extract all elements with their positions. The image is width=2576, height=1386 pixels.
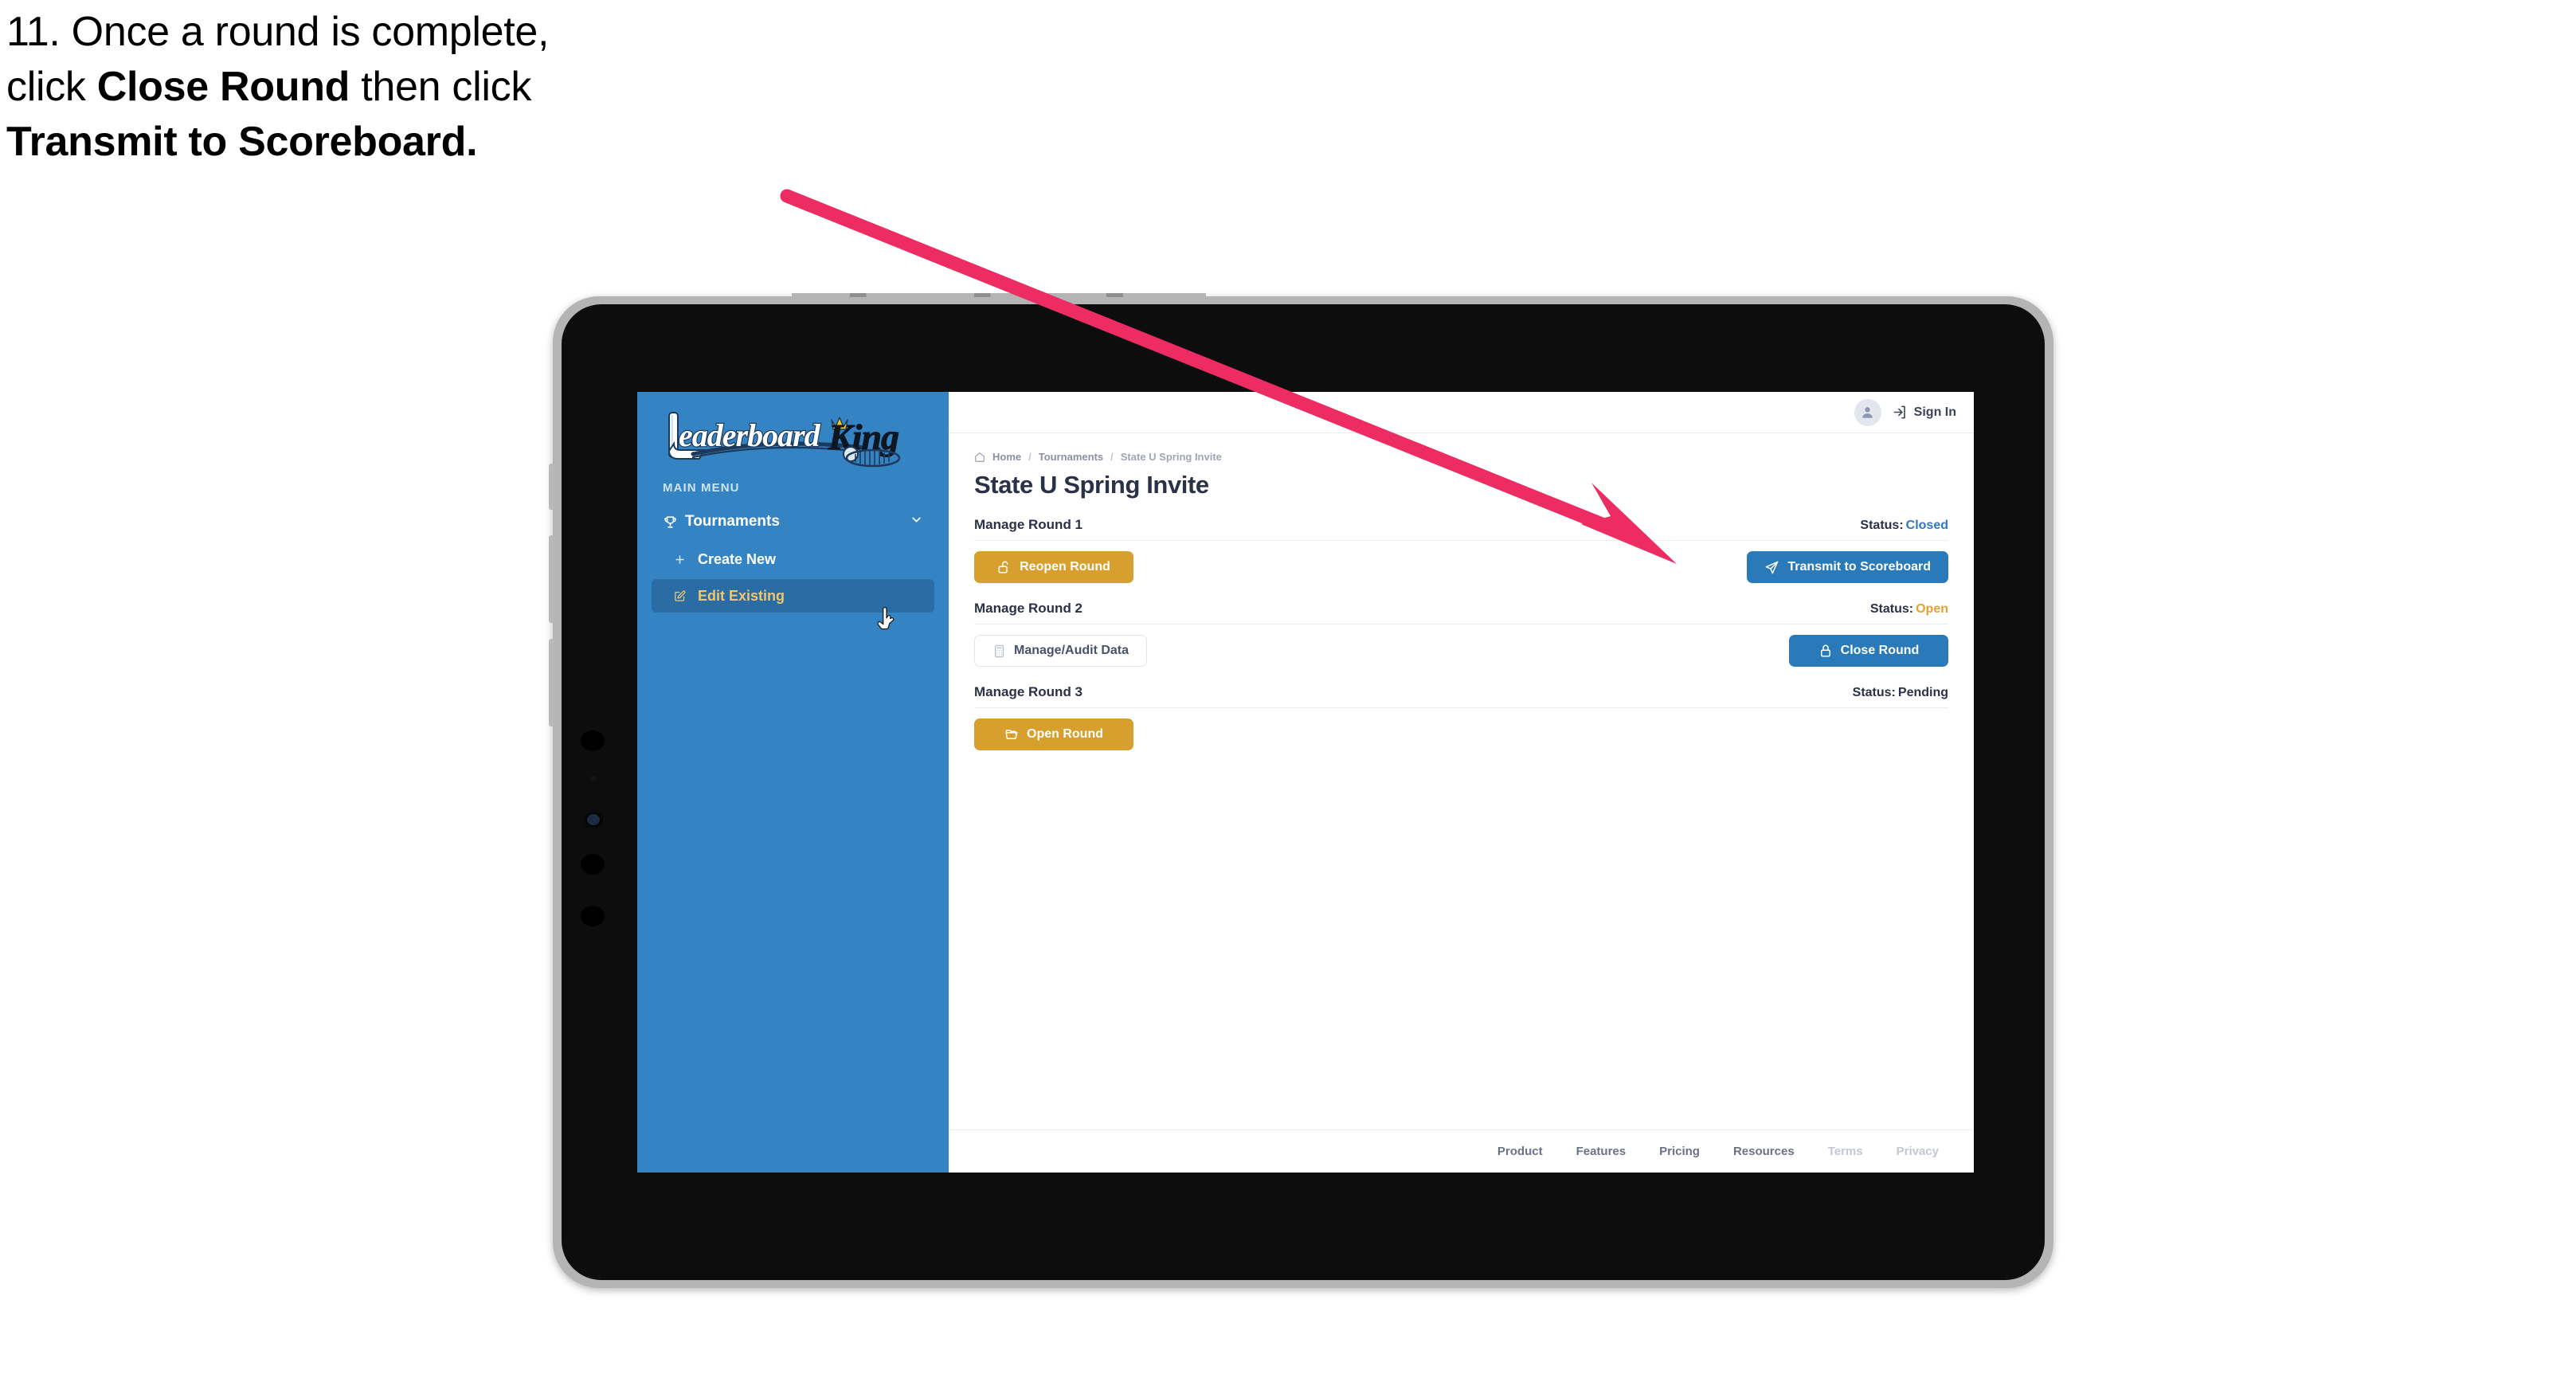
sidebar-item-label: Edit Existing (698, 587, 785, 604)
instruction-caption: 11. Once a round is complete, click Clos… (6, 11, 851, 176)
breadcrumb: Home / Tournaments / State U Spring Invi… (974, 451, 1948, 463)
breadcrumb-separator: / (1028, 451, 1032, 463)
breadcrumb-item-tournaments[interactable]: Tournaments (1039, 451, 1103, 463)
tablet-top-speaker (792, 293, 1206, 297)
status-badge: Status: Closed (1860, 519, 1948, 533)
round-block-1: Manage Round 1 Status: Closed Reopen Roun… (974, 517, 1948, 583)
button-label: Close Round (1840, 644, 1920, 657)
status-label: Status: (1869, 602, 1914, 616)
status-value: Closed (1905, 519, 1948, 532)
sign-in-button[interactable]: Sign In (1893, 405, 1956, 420)
tablet-side-button-power[interactable] (549, 464, 554, 510)
tablet-front-camera (587, 814, 600, 825)
round-block-3: Manage Round 3 Status: Pending Open Round (974, 684, 1948, 750)
button-label: Open Round (1027, 727, 1103, 741)
sidebar-item-label: Tournaments (685, 513, 780, 530)
round-header: Manage Round 2 Status: Open (974, 601, 1948, 624)
chevron-down-icon[interactable] (910, 513, 923, 531)
footer: Product Features Pricing Resources Terms… (949, 1130, 1974, 1173)
top-bar: Sign In (949, 392, 1974, 433)
user-avatar-icon (1862, 407, 1873, 418)
app-logo[interactable]: eaderboard King (637, 392, 949, 472)
round-actions: Open Round (974, 718, 1948, 750)
status-value: Open (1916, 602, 1948, 616)
button-label: Manage/Audit Data (1014, 644, 1129, 657)
round-block-2: Manage Round 2 Status: Open Manage/Audit… (974, 601, 1948, 667)
edit-square-icon (674, 590, 698, 602)
paper-plane-icon (1766, 561, 1779, 574)
status-label: Status: (1852, 686, 1896, 699)
status-value: Pending (1897, 686, 1948, 699)
round-name: Manage Round 1 (974, 517, 1083, 532)
app-screen: eaderboard King MAIN MENU Tournaments Cr… (637, 392, 1974, 1173)
content-area: Home / Tournaments / State U Spring Invi… (949, 433, 1974, 1130)
status-badge: Status: Pending (1853, 686, 1948, 700)
calculator-icon (994, 644, 1004, 657)
sidebar-section-label: MAIN MENU (663, 481, 740, 495)
svg-text:eaderboard: eaderboard (679, 417, 821, 453)
main-content: Sign In Home / Tournaments / State U Spr… (949, 392, 1974, 1173)
manage-audit-data-button[interactable]: Manage/Audit Data (974, 635, 1148, 667)
folder-open-icon (1005, 730, 1018, 739)
sidebar-item-tournaments[interactable]: Tournaments (652, 504, 934, 539)
pointing-hand-cursor (877, 607, 895, 630)
plus-icon (674, 554, 698, 566)
breadcrumb-item-home[interactable]: Home (992, 451, 1021, 463)
footer-link-features[interactable]: Features (1576, 1145, 1627, 1158)
round-actions: Reopen Round Transmit to Scoreboard (974, 551, 1948, 583)
status-badge: Status: Open (1870, 602, 1948, 617)
sidebar: eaderboard King MAIN MENU Tournaments Cr… (637, 392, 949, 1173)
leaderboard-king-logo-icon: eaderboard King (667, 412, 901, 468)
page-title: State U Spring Invite (974, 471, 1209, 499)
sidebar-item-label: Create New (698, 550, 777, 567)
tablet-side-button-volume-up[interactable] (549, 535, 554, 623)
caption-line-2: click Close Round then click (6, 64, 532, 110)
footer-link-product[interactable]: Product (1497, 1145, 1543, 1158)
round-actions: Manage/Audit Data Close Round (974, 635, 1948, 667)
footer-link-resources[interactable]: Resources (1733, 1145, 1795, 1158)
close-round-button[interactable]: Close Round (1789, 635, 1948, 667)
round-name: Manage Round 2 (974, 601, 1083, 616)
footer-link-terms[interactable]: Terms (1828, 1145, 1863, 1158)
footer-link-pricing[interactable]: Pricing (1659, 1145, 1700, 1158)
transmit-to-scoreboard-button[interactable]: Transmit to Scoreboard (1747, 551, 1948, 583)
button-label: Transmit to Scoreboard (1787, 560, 1931, 574)
tablet-side-button-volume-down[interactable] (549, 639, 554, 726)
sidebar-item-create-new[interactable]: Create New (652, 542, 934, 576)
round-header: Manage Round 3 Status: Pending (974, 684, 1948, 708)
status-label: Status: (1860, 519, 1904, 532)
reopen-round-button[interactable]: Reopen Round (974, 551, 1133, 583)
footer-link-privacy[interactable]: Privacy (1897, 1145, 1939, 1158)
home-icon (975, 452, 985, 462)
sign-in-icon (1893, 405, 1905, 419)
tablet-sensor-dot-4 (581, 906, 605, 926)
tablet-sensor-dot-1 (581, 730, 605, 751)
open-round-button[interactable]: Open Round (974, 718, 1133, 750)
avatar[interactable] (1854, 398, 1881, 426)
button-label: Reopen Round (1020, 560, 1110, 574)
tablet-sensor-dot-3 (581, 854, 605, 875)
caption-line-1: 11. Once a round is complete, (6, 9, 550, 55)
round-header: Manage Round 1 Status: Closed (974, 517, 1948, 541)
breadcrumb-separator: / (1110, 451, 1114, 463)
tablet-sensor-dot-2 (590, 776, 597, 781)
round-name: Manage Round 3 (974, 684, 1083, 699)
lock-icon (1820, 644, 1830, 657)
screenshot-root: 11. Once a round is complete, click Clos… (0, 0, 2576, 1386)
sign-in-label: Sign In (1913, 405, 1956, 419)
caption-line-3: Transmit to Scoreboard. (6, 119, 478, 165)
unlock-icon (998, 561, 1008, 574)
trophy-icon (663, 515, 685, 530)
breadcrumb-item-current: State U Spring Invite (1120, 451, 1222, 463)
